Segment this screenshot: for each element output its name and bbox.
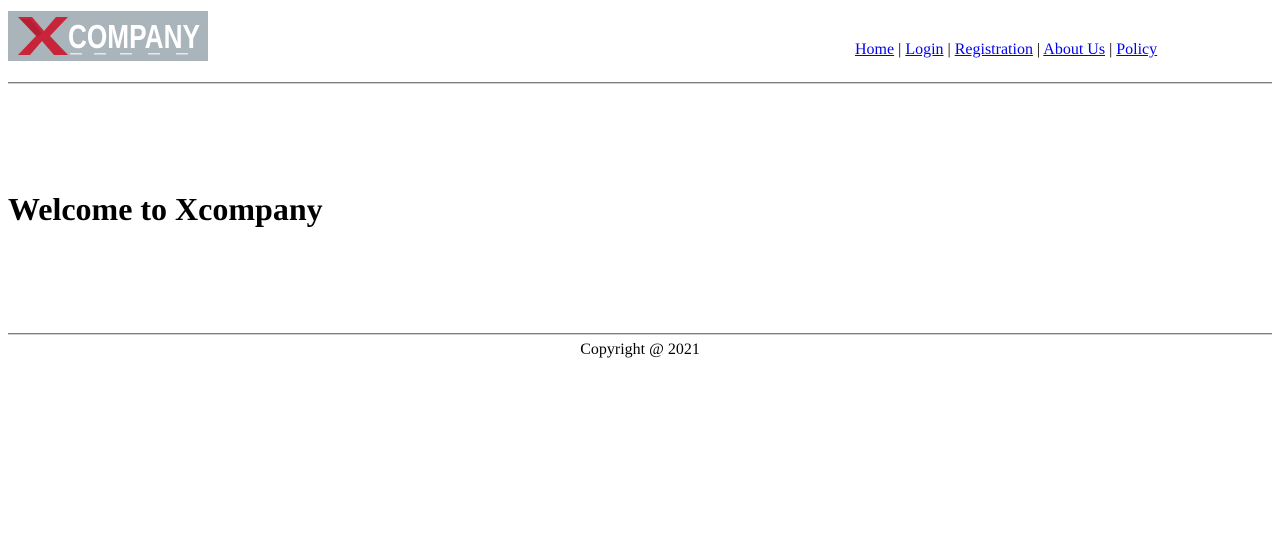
nav-separator: | xyxy=(1036,41,1041,58)
nav-link-registration[interactable]: Registration xyxy=(955,41,1033,58)
logo-word: COMPANY xyxy=(68,18,200,55)
nav-separator: | xyxy=(1109,41,1113,58)
main-nav: Home | Login | Registration | About Us |… xyxy=(855,40,1157,60)
footer-divider xyxy=(8,333,1272,335)
nav-link-about-us[interactable]: About Us xyxy=(1043,41,1105,58)
logo-graphic: COMPANY xyxy=(8,11,208,61)
nav-separator: | xyxy=(898,41,902,58)
header-divider xyxy=(8,82,1272,84)
nav-link-login[interactable]: Login xyxy=(905,41,943,58)
page-title: Welcome to Xcompany xyxy=(8,191,323,227)
xcompany-logo: COMPANY xyxy=(8,11,208,61)
footer-copyright: Copyright @ 2021 xyxy=(580,341,700,358)
nav-link-policy[interactable]: Policy xyxy=(1116,41,1157,58)
header: COMPANY Home | Login | Registration | Ab… xyxy=(8,11,1272,61)
nav-separator: | xyxy=(947,41,951,58)
nav-link-home[interactable]: Home xyxy=(855,41,894,58)
